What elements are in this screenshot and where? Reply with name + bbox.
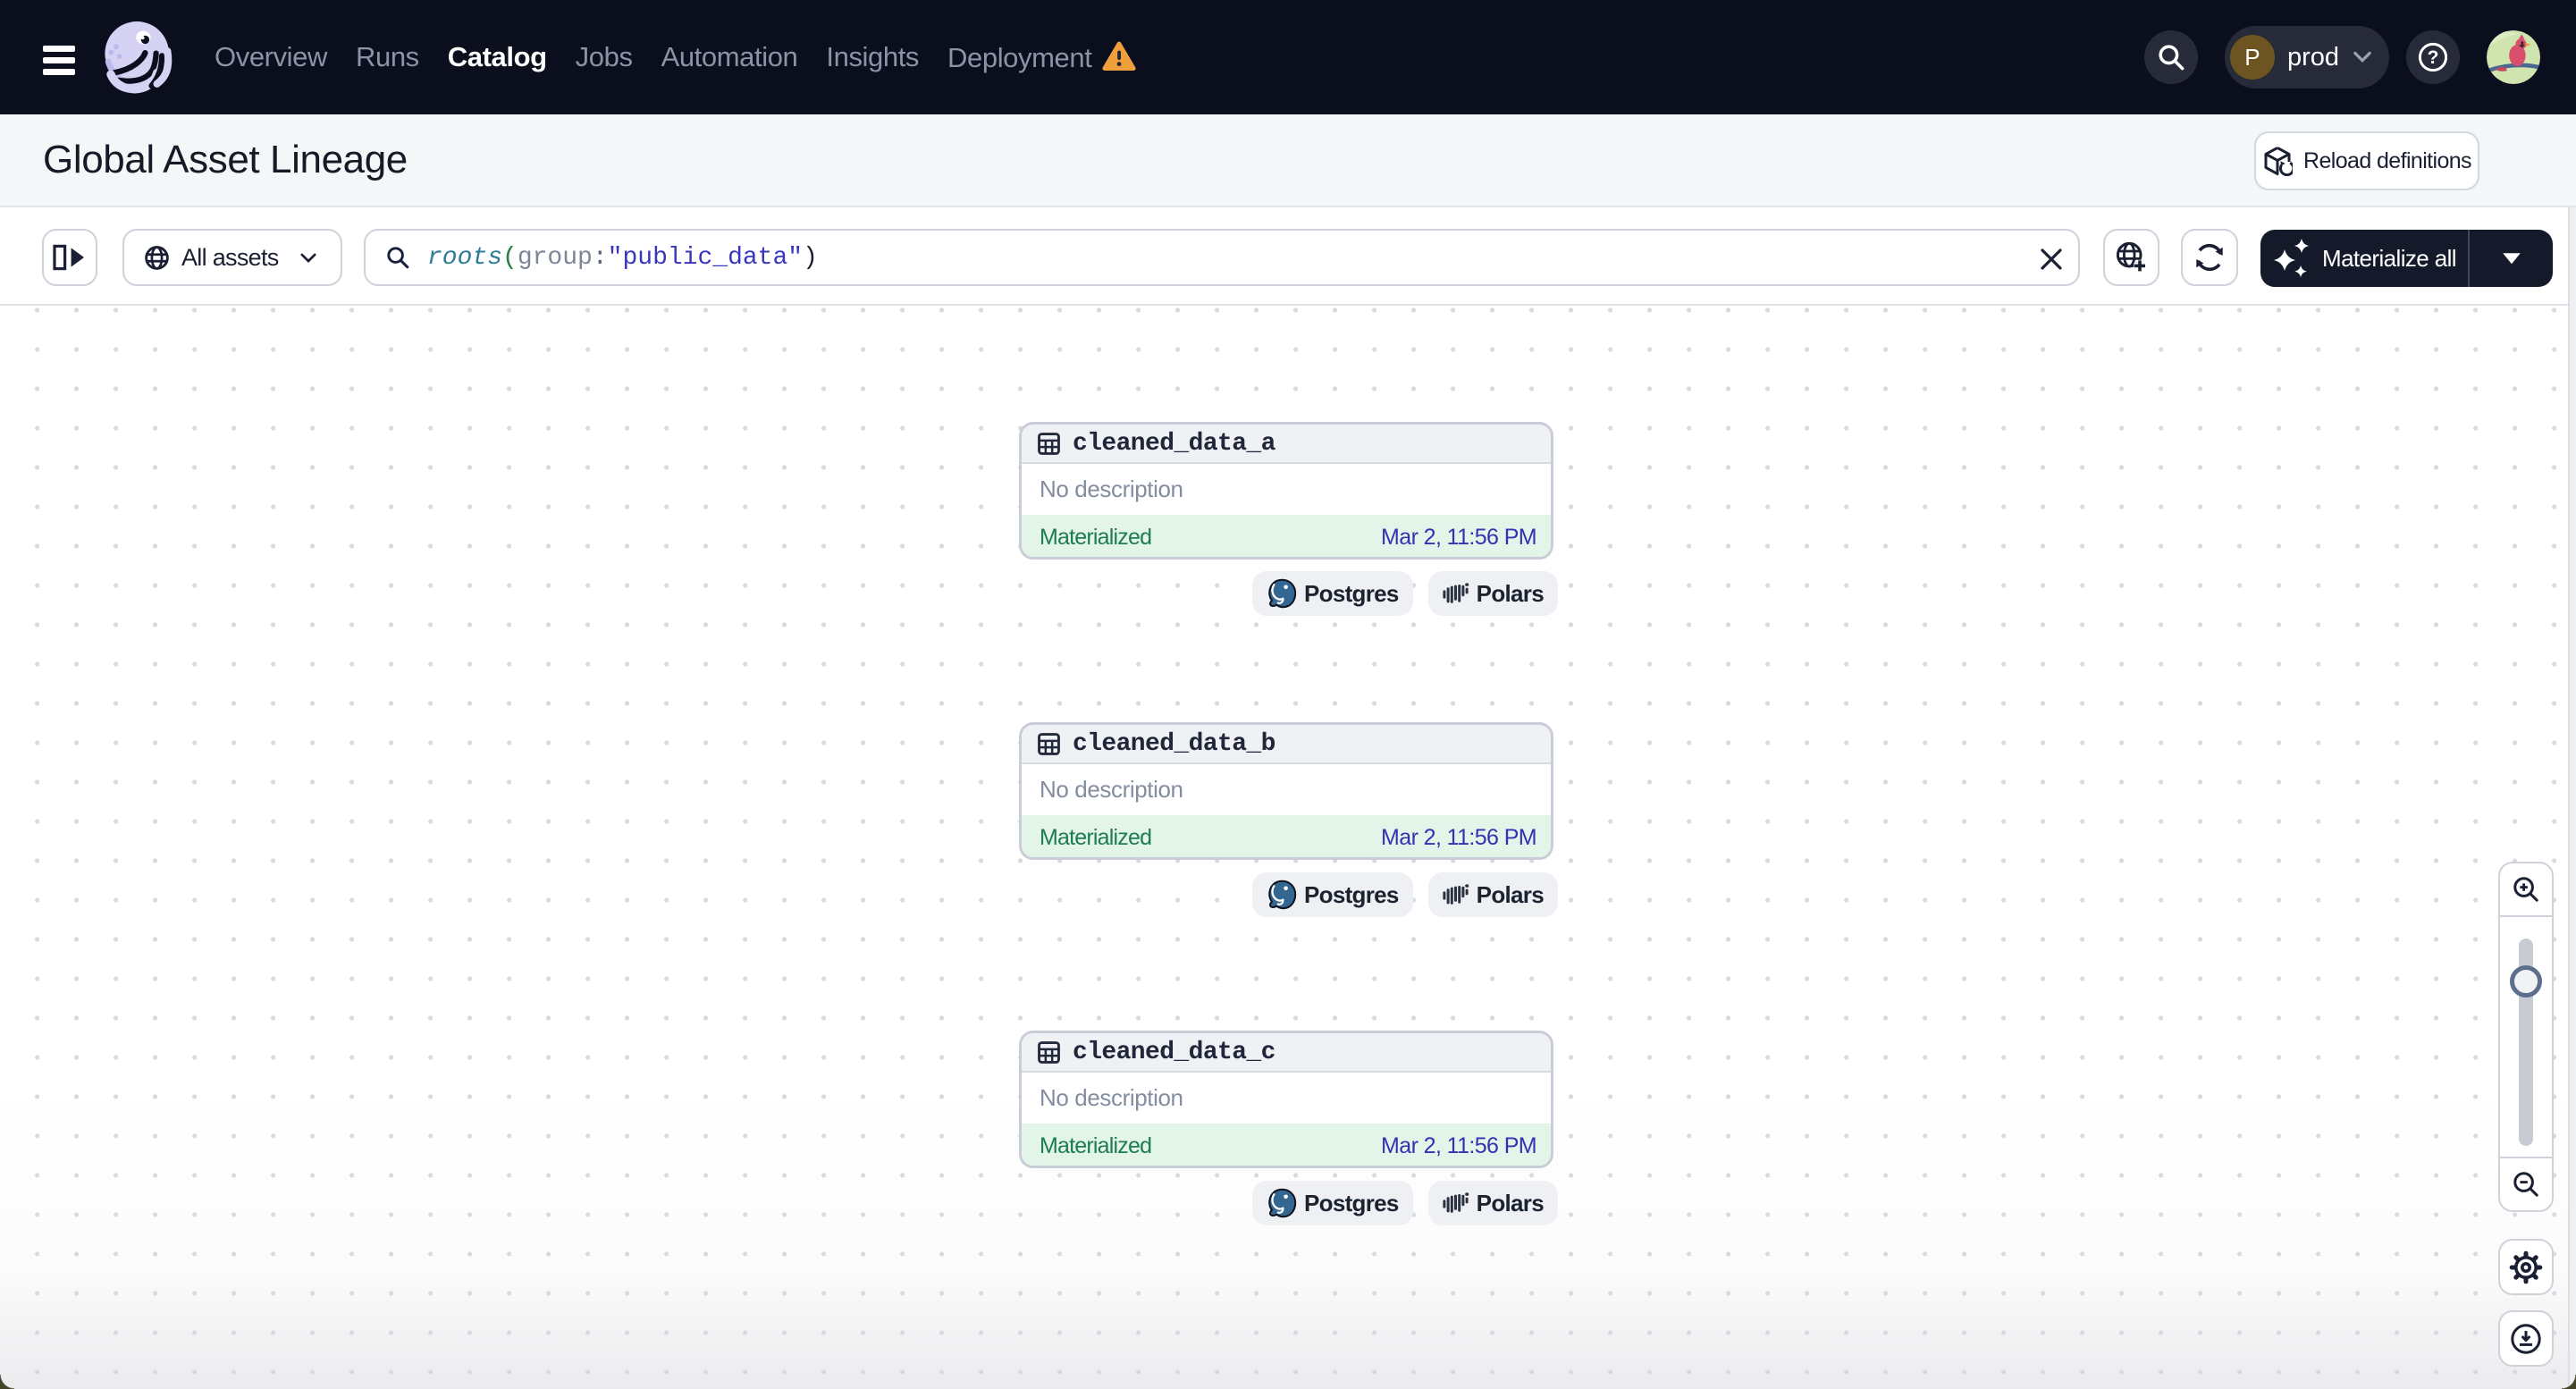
svg-text:?: ? — [2428, 47, 2439, 68]
